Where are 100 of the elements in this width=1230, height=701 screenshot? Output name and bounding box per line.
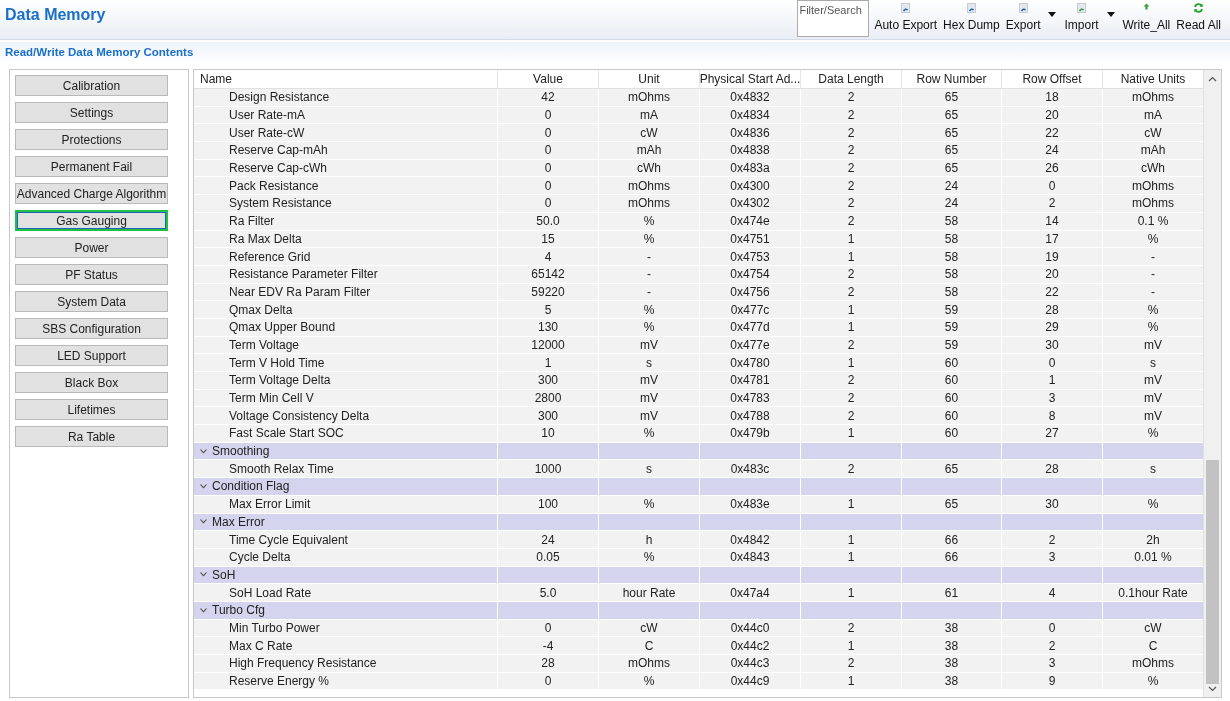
table-cell: mV [599,336,700,354]
table-cell[interactable]: 15 [498,230,599,248]
table-cell: 0x483c [700,460,801,478]
table-cell: Voltage Consistency Delta [194,407,498,425]
table-cell: 0x44c2 [700,637,801,654]
sidebar-item[interactable]: Protections [15,129,168,150]
scroll-thumb[interactable] [1206,460,1219,684]
table-cell[interactable]: 0 [498,619,599,637]
sidebar-item[interactable]: Advanced Charge Algorithm [15,183,168,204]
table-cell: 0x47a4 [700,584,801,601]
table-cell[interactable]: 0.05 [498,548,599,566]
table-cell[interactable]: 59220 [498,283,599,301]
sidebar-item[interactable]: Black Box [15,372,168,393]
column-header[interactable]: Physical Start Ad... [700,70,801,88]
table-cell[interactable]: 0 [498,177,599,195]
chevron-down-icon[interactable] [200,519,207,525]
toolbar-button[interactable]: Hex Dump [940,0,1003,34]
table-cell: 0x4302 [700,195,801,212]
chevron-down-icon[interactable] [200,483,207,489]
table-cell[interactable]: 0 [498,159,599,177]
table-cell[interactable]: 10 [498,425,599,442]
search-field[interactable]: Filter/Search [797,0,870,37]
column-header[interactable]: Name [194,70,498,88]
table-cell: Resistance Parameter Filter [194,265,498,283]
table-cell[interactable]: 28 [498,655,599,672]
sidebar-item[interactable]: Lifetimes [15,399,168,420]
table-cell[interactable]: 65142 [498,265,599,283]
sidebar-item[interactable]: System Data [15,291,168,312]
table-cell: % [599,212,700,230]
toolbar-button[interactable]: Import [1061,0,1120,34]
table-cell[interactable]: 100 [498,495,599,513]
column-header[interactable]: Data Length [801,70,902,88]
scroll-up-icon[interactable] [1208,76,1217,82]
table-cell[interactable]: 4 [498,248,599,265]
table-cell: 2 [801,389,902,407]
table-cell: 61 [902,584,1002,601]
table-cell[interactable]: 2800 [498,389,599,407]
table-cell[interactable]: 0 [498,106,599,124]
table-cell[interactable]: 1 [498,354,599,371]
table-cell: 59 [902,318,1002,336]
table-cell[interactable]: 50.0 [498,212,599,230]
table-cell[interactable]: 5.0 [498,584,599,601]
table-cell: 0x4781 [700,372,801,389]
toolbar-button[interactable]: Auto Export [871,0,941,34]
sidebar-item[interactable]: LED Support [15,345,168,366]
table-cell: Fast Scale Start SOC [194,425,498,442]
column-header[interactable]: Value [498,70,599,88]
table-cell: 65 [902,142,1002,159]
sidebar-item[interactable]: Gas Gauging [15,210,168,231]
toolbar-button[interactable]: Read All [1173,0,1224,34]
table-cell: mV [599,407,700,425]
table-cell: Max C Rate [194,637,498,654]
scrollbar[interactable] [1203,70,1221,697]
sidebar-item[interactable]: PF Status [15,264,168,285]
table-cell[interactable]: 1000 [498,460,599,478]
table-cell: % [599,230,700,248]
table-cell[interactable]: 0 [498,672,599,690]
table-cell[interactable]: -4 [498,637,599,654]
table-cell: 0x477d [700,318,801,336]
table-cell: 2 [801,407,902,425]
chevron-down-icon[interactable] [200,607,207,613]
chevron-down-icon[interactable] [200,572,207,578]
table-cell[interactable]: 0 [498,195,599,212]
table-cell[interactable]: 42 [498,89,599,106]
table-cell: Term Min Cell V [194,389,498,407]
sidebar-item[interactable]: Calibration [15,75,168,96]
toolbar-button[interactable]: Export [1002,0,1062,34]
sidebar-item[interactable]: Settings [15,102,168,123]
table-cell: 1 [801,548,902,566]
table-cell: 19 [1002,248,1103,265]
table-cell[interactable]: 300 [498,372,599,389]
column-header[interactable]: Row Number [902,70,1002,88]
table-cell[interactable]: 24 [498,531,599,548]
table-cell: s [599,460,700,478]
table-cell: 0 [1002,177,1103,195]
table-cell: Time Cycle Equivalent [194,531,498,548]
table-cell: 38 [902,672,1002,690]
group-label: Turbo Cfg [212,602,265,620]
column-header[interactable]: Unit [599,70,700,88]
scroll-down-icon[interactable] [1208,686,1217,692]
group-label: Smoothing [212,443,270,461]
table-cell: 65 [902,89,1002,106]
table-cell[interactable]: 5 [498,301,599,318]
sidebar-item[interactable]: SBS Configuration [15,318,168,339]
table-cell: 58 [902,283,1002,301]
table-cell[interactable]: 12000 [498,336,599,354]
toolbar-button[interactable]: Write_All [1119,0,1174,34]
table-cell[interactable]: 0 [498,124,599,142]
up-arrow-icon [1142,3,1150,10]
table-cell: 0x4832 [700,89,801,106]
sidebar-item[interactable]: Permanent Fail [15,156,168,177]
refresh-icon [1193,3,1205,13]
sidebar-item[interactable]: Power [15,237,168,258]
table-cell[interactable]: 300 [498,407,599,425]
chevron-down-icon[interactable] [200,448,207,454]
table-cell[interactable]: 0 [498,142,599,159]
caret-icon [1048,12,1057,17]
column-header[interactable]: Row Offset [1002,70,1103,88]
table-cell[interactable]: 130 [498,318,599,336]
sidebar-item[interactable]: Ra Table [15,426,168,447]
